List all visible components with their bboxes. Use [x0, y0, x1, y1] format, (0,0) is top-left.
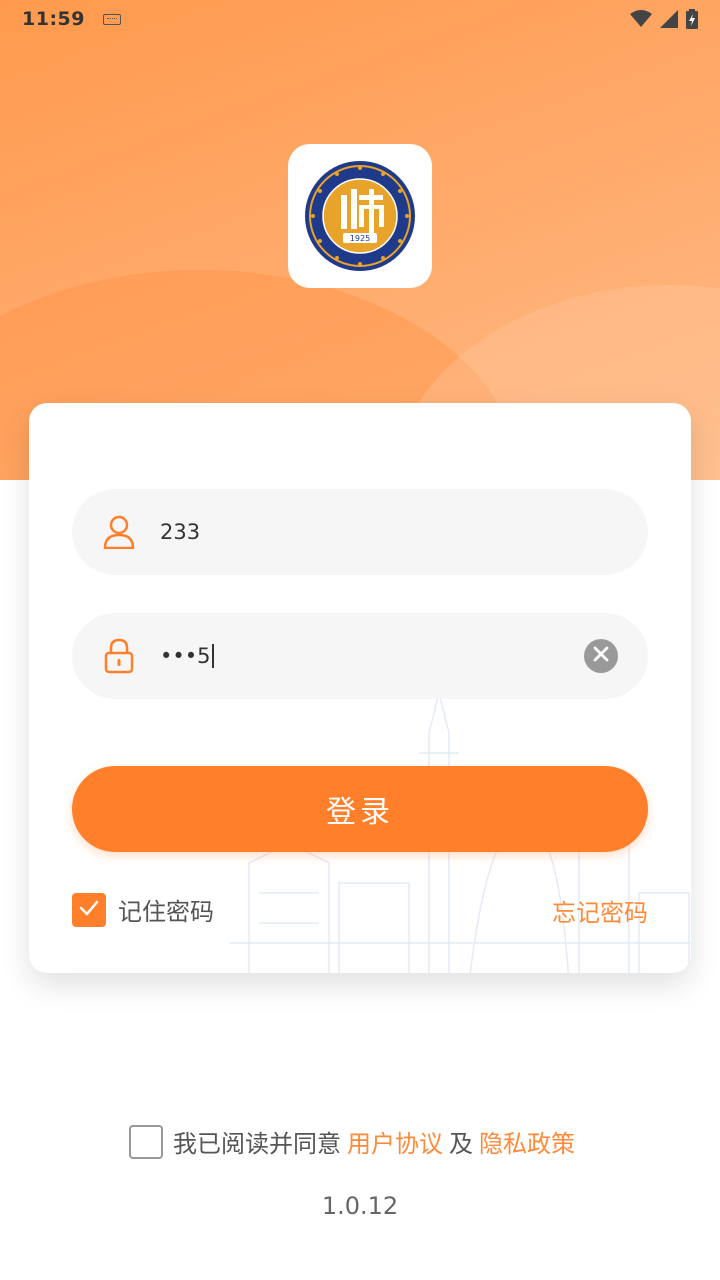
clear-icon [593, 646, 609, 666]
remember-password[interactable]: 记住密码 [72, 892, 214, 927]
svg-text:1925: 1925 [350, 234, 370, 243]
agreement-row: 我已阅读并同意 用户协议 及 隐私政策 [129, 1124, 581, 1159]
agreement-checkbox[interactable] [129, 1124, 163, 1159]
forgot-password-link[interactable]: 忘记密码 [552, 893, 648, 928]
privacy-policy-link[interactable]: 隐私政策 [479, 1124, 575, 1159]
status-icons [630, 9, 698, 29]
check-icon [79, 900, 99, 920]
app-logo: 1925 [288, 144, 432, 288]
battery-icon [686, 9, 698, 29]
username-input[interactable]: 233 [160, 520, 560, 544]
remember-label: 记住密码 [118, 898, 214, 926]
login-card: 233 •••5 登录 记住密码 忘记密码 [29, 403, 691, 973]
keyboard-icon [102, 13, 121, 25]
wifi-icon [630, 10, 652, 28]
signal-icon [660, 10, 678, 28]
username-field[interactable]: 233 [72, 489, 648, 575]
agreement-prefix: 我已阅读并同意 [173, 1130, 341, 1158]
app-version: 1.0.12 [321, 1192, 399, 1220]
lock-icon [102, 638, 136, 674]
login-button[interactable]: 登录 [72, 766, 648, 852]
password-value: •••5 [160, 644, 211, 668]
password-input[interactable]: •••5 [160, 644, 214, 668]
remember-checkbox[interactable] [72, 892, 106, 927]
user-agreement-link[interactable]: 用户协议 [347, 1124, 443, 1159]
agreement-conjunction: 及 [449, 1130, 473, 1158]
college-seal-logo: 1925 [303, 159, 417, 273]
text-caret [211, 644, 214, 668]
clear-password-button[interactable] [584, 639, 618, 673]
password-field[interactable]: •••5 [72, 613, 648, 699]
user-icon [102, 514, 136, 550]
status-bar: 11:59 [0, 0, 720, 38]
status-time: 11:59 [22, 8, 85, 30]
